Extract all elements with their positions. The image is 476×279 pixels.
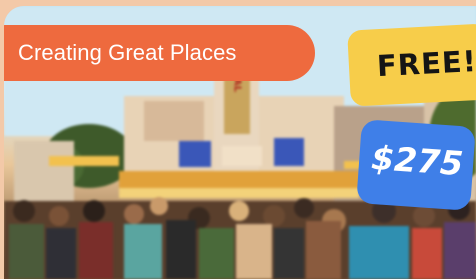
page-title-banner: Creating Great Places [4, 25, 315, 81]
price-label: $275 [370, 137, 465, 184]
free-badge: FREE! [347, 23, 476, 107]
page-title: Creating Great Places [18, 40, 237, 65]
free-label: FREE! [376, 43, 476, 84]
price-badge: $275 [356, 119, 476, 211]
event-photo-card: GAL Creating Great Places FREE! $275 [4, 6, 476, 279]
